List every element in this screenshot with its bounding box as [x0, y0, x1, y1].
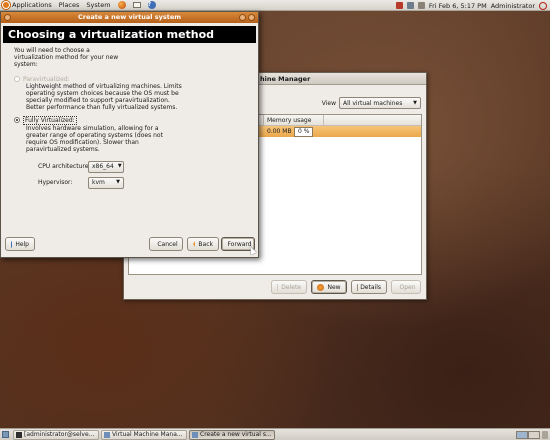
places-label: Places: [58, 1, 80, 9]
help-launcher-icon[interactable]: ?: [147, 1, 156, 9]
column-memory-usage[interactable]: Memory usage: [264, 115, 324, 125]
view-select[interactable]: All virtual machines ▼: [339, 97, 421, 109]
intro-line: system:: [14, 61, 38, 69]
taskbar-item-vm-manager[interactable]: Virtual Machine Mana...: [101, 429, 187, 440]
vm-manager-icon: [104, 431, 110, 438]
back-button[interactable]: Back: [187, 237, 219, 251]
mail-launcher-icon[interactable]: [132, 2, 141, 8]
delete-icon: [277, 283, 279, 291]
desc-line: Involves hardware simulation, allowing f…: [26, 124, 159, 132]
help-label: Help: [15, 240, 29, 248]
user-switcher[interactable]: Administrator: [491, 2, 535, 10]
fully-virtualized-radio[interactable]: [14, 117, 20, 124]
desc-line: paravirtualized systems.: [26, 146, 100, 154]
top-panel: Applications Places System ? Fri Feb 6, …: [0, 0, 550, 11]
view-filter: View All virtual machines ▼: [322, 97, 421, 109]
delete-label: Delete: [281, 283, 301, 291]
fully-virtualized-description: Involves hardware simulation, allowing f…: [14, 125, 250, 154]
chevron-down-icon: ▼: [117, 163, 122, 170]
fully-virtualized-option[interactable]: Fully Virtualized:: [14, 115, 250, 125]
applications-label: Applications: [12, 1, 52, 9]
places-menu[interactable]: Places: [59, 1, 80, 9]
cpu-architecture-value: x86_64: [92, 163, 114, 171]
paravirtualized-label: Paravirtualized:: [23, 75, 70, 83]
desc-line: operating system choices because the OS …: [26, 90, 179, 98]
taskbar-item-create-vm[interactable]: Create a new virtual s...: [189, 429, 275, 440]
help-icon: [11, 240, 13, 248]
workspace-2[interactable]: [528, 431, 540, 439]
volume-icon[interactable]: [417, 2, 425, 9]
memory-usage-value: 0.00 MB: [267, 128, 291, 135]
task-label: Virtual Machine Mana...: [112, 431, 183, 438]
paravirtualized-radio[interactable]: [14, 76, 20, 83]
details-label: Details: [360, 283, 381, 291]
update-notifier-icon[interactable]: [395, 2, 403, 9]
trash-icon[interactable]: [542, 431, 548, 439]
paravirtualized-description: Lightweight method of virtualizing machi…: [14, 83, 250, 112]
taskbar-item-terminal[interactable]: [administrator@selve...: [13, 429, 99, 440]
fully-virtualized-label: Fully Virtualized:: [23, 115, 77, 125]
cpu-architecture-label: CPU architecture:: [38, 163, 91, 171]
clock[interactable]: Fri Feb 6, 5:17 PM: [429, 2, 487, 10]
network-icon[interactable]: [406, 2, 414, 9]
desc-line: Lightweight method of virtualizing machi…: [26, 82, 182, 90]
hypervisor-row: Hypervisor: kvm ▼: [14, 176, 250, 189]
hypervisor-value: kvm: [92, 179, 105, 187]
bottom-panel: [administrator@selve... Virtual Machine …: [0, 428, 550, 440]
system-label: System: [86, 1, 111, 9]
back-label: Back: [198, 240, 213, 248]
cpu-architecture-select[interactable]: x86_64 ▼: [88, 160, 124, 173]
desc-line: Better performance than fully virtualize…: [26, 104, 178, 112]
intro-line: virtualization method for your new: [14, 54, 119, 62]
open-button[interactable]: Open: [391, 280, 421, 294]
paravirtualized-option[interactable]: Paravirtualized:: [14, 76, 250, 83]
task-label: [administrator@selve...: [24, 431, 95, 438]
memory-usage-percent: 0 %: [294, 127, 314, 137]
firefox-launcher-icon[interactable]: [117, 1, 126, 9]
delete-button[interactable]: Delete: [271, 280, 307, 294]
help-button[interactable]: Help: [5, 237, 35, 251]
new-vm-icon: [317, 283, 325, 291]
create-vm-wizard: Create a new virtual system Choosing a v…: [0, 11, 259, 258]
chevron-down-icon: ▼: [116, 179, 120, 186]
hypervisor-select[interactable]: kvm ▼: [88, 176, 124, 189]
desc-line: require OS modification). Slower than: [26, 139, 139, 147]
wizard-titlebar[interactable]: Create a new virtual system: [1, 12, 258, 23]
page-title: Choosing a virtualization method: [3, 26, 256, 43]
system-menu[interactable]: System: [86, 1, 110, 9]
desc-line: greater range of operating systems (does…: [26, 132, 163, 140]
details-button[interactable]: Details: [351, 280, 387, 294]
new-label: New: [327, 283, 341, 291]
window-menu-icon[interactable]: [4, 14, 11, 21]
minimize-icon[interactable]: [239, 14, 246, 21]
new-button[interactable]: New: [311, 280, 347, 294]
cancel-button[interactable]: Cancel: [149, 237, 183, 251]
cancel-label: Cancel: [157, 240, 178, 248]
applications-menu[interactable]: Applications: [2, 1, 52, 9]
power-icon[interactable]: [539, 1, 547, 10]
vm-manager-buttons: Delete New Details Open: [271, 280, 421, 294]
wizard-title: Create a new virtual system: [77, 13, 182, 21]
intro-line: You will need to choose a: [14, 47, 90, 54]
open-label: Open: [399, 283, 416, 291]
desc-line: specially modified to support paravirtua…: [26, 97, 170, 105]
workspace-1[interactable]: [516, 431, 528, 439]
view-select-value: All virtual machines: [343, 99, 403, 107]
chevron-down-icon: ▼: [413, 100, 417, 106]
wizard-body: You will need to choose a virtualization…: [14, 47, 250, 189]
view-label: View: [321, 99, 336, 107]
task-label: Create a new virtual s...: [200, 431, 272, 438]
hypervisor-label: Hypervisor:: [38, 179, 73, 187]
vm-manager-icon: [192, 431, 198, 438]
terminal-icon: [16, 431, 22, 438]
back-arrow-icon: [193, 240, 196, 248]
show-desktop-icon[interactable]: [2, 431, 9, 438]
cpu-architecture-row: CPU architecture: x86_64 ▼: [14, 160, 250, 173]
wizard-buttons: Help Cancel Back Forward: [5, 237, 255, 251]
close-icon[interactable]: [248, 14, 255, 21]
ubuntu-logo-icon: [2, 1, 10, 9]
